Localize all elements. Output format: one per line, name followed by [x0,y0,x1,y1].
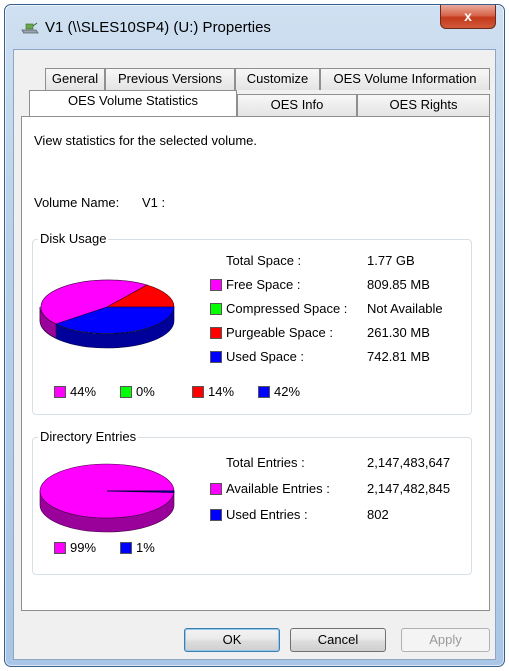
total-entries-label: Total Entries : [226,455,305,470]
free-space-label: Free Space : [226,277,301,292]
total-space-label: Total Space : [226,253,302,268]
tab-oes-volume-statistics[interactable]: OES Volume Statistics [29,90,237,116]
legend-free-pct: 44% [70,384,97,399]
legend-used-swatch [258,386,270,398]
disk-usage-title: Disk Usage [38,231,109,246]
legend-available-pct: 99% [70,540,97,555]
available-entries-value: 2,147,482,845 [367,481,451,496]
description-text: View statistics for the selected volume. [34,133,258,148]
volume-name-label: Volume Name: [34,195,120,210]
legend-purgeable-swatch [192,386,204,398]
tab-general[interactable]: General [45,68,105,90]
legend-compressed-pct: 0% [136,384,155,399]
cancel-button[interactable]: Cancel [290,628,386,652]
used-space-label: Used Space : [226,349,305,364]
legend-used-entries-pct: 1% [136,540,155,555]
legend-purgeable-pct: 14% [208,384,235,399]
compressed-space-swatch [210,303,222,315]
used-entries-value: 802 [367,507,389,522]
network-drive-icon [21,22,39,34]
compressed-space-label: Compressed Space : [226,301,348,316]
free-space-value: 809.85 MB [367,277,430,292]
compressed-space-value: Not Available [367,301,443,316]
disk-usage-pie-chart [39,279,175,349]
used-space-value: 742.81 MB [367,349,430,364]
tab-oes-rights[interactable]: OES Rights [357,94,490,116]
used-entries-swatch [210,509,222,521]
window-title: V1 (\\SLES10SP4) (U:) Properties [45,19,271,36]
volume-name-value: V1 : [142,195,166,210]
purgeable-space-label: Purgeable Space : [226,325,333,340]
statistics-panel: View statistics for the selected volume.… [21,116,490,611]
used-space-swatch [210,351,222,363]
close-icon: x [464,8,472,24]
dialog-client: General Previous Versions Customize OES … [13,49,496,660]
tab-customize[interactable]: Customize [235,68,320,90]
available-entries-label: Available Entries : [226,481,330,496]
directory-entries-pie-chart [39,463,175,533]
tab-oes-info[interactable]: OES Info [237,94,357,116]
legend-compressed-swatch [120,386,132,398]
free-space-swatch [210,279,222,291]
ok-button[interactable]: OK [184,628,280,652]
legend-available-swatch [54,542,66,554]
used-entries-label: Used Entries : [226,507,308,522]
purgeable-space-value: 261.30 MB [367,325,430,340]
tab-oes-volume-information[interactable]: OES Volume Information [320,68,490,90]
total-space-value: 1.77 GB [367,253,415,268]
properties-window: V1 (\\SLES10SP4) (U:) Properties x Gener… [4,4,505,667]
legend-used-pct: 42% [274,384,301,399]
total-entries-value: 2,147,483,647 [367,455,451,470]
title-bar[interactable]: V1 (\\SLES10SP4) (U:) Properties x [5,5,504,49]
available-entries-swatch [210,483,222,495]
purgeable-space-swatch [210,327,222,339]
legend-free-swatch [54,386,66,398]
directory-entries-title: Directory Entries [38,429,139,444]
close-button[interactable]: x [440,5,496,29]
legend-used-entries-swatch [120,542,132,554]
apply-button[interactable]: Apply [401,628,490,652]
tab-previous-versions[interactable]: Previous Versions [105,68,235,90]
